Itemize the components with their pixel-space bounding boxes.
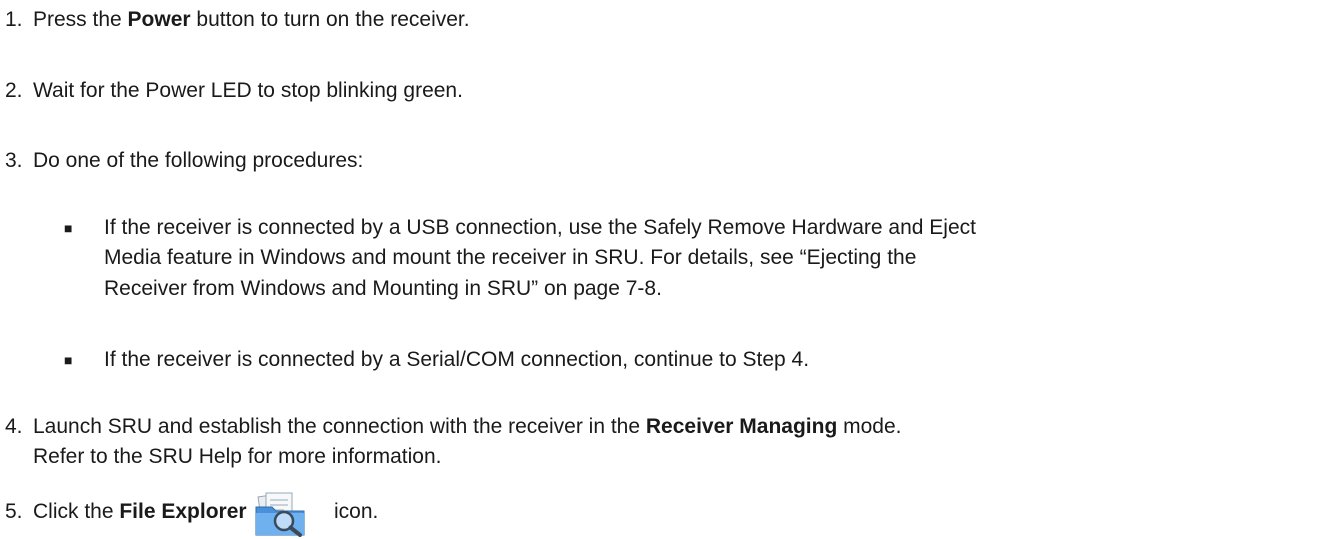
bullet-square-icon: ■ [64,352,73,368]
step-number: 3. [5,149,23,172]
step-text: Do one of the following procedures: [33,149,364,172]
step-number: 5. [5,500,23,523]
bullet-text-line: Media feature in Windows and mount the r… [104,246,917,269]
step-number: 1. [5,8,23,31]
step-text: Launch SRU and establish the connection … [33,415,902,438]
bullet-square-icon: ■ [64,220,73,236]
bullet-text-line: If the receiver is connected by a USB co… [104,216,976,239]
step-text: Click the File Explorer [33,500,247,523]
step-text: Refer to the SRU Help for more informati… [33,445,442,468]
step-text-suffix: icon. [334,500,379,523]
file-explorer-label: File Explorer [119,500,247,523]
file-explorer-icon [255,492,305,537]
step-text: Press the Power button to turn on the re… [33,8,470,31]
step-text: Wait for the Power LED to stop blinking … [33,79,463,102]
step-number: 2. [5,79,23,102]
bullet-text-line: Receiver from Windows and Mounting in SR… [104,277,662,300]
bullet-text-line: If the receiver is connected by a Serial… [104,348,810,371]
step-number: 4. [5,415,23,438]
power-label: Power [127,8,191,31]
receiver-managing-label: Receiver Managing [645,415,838,438]
